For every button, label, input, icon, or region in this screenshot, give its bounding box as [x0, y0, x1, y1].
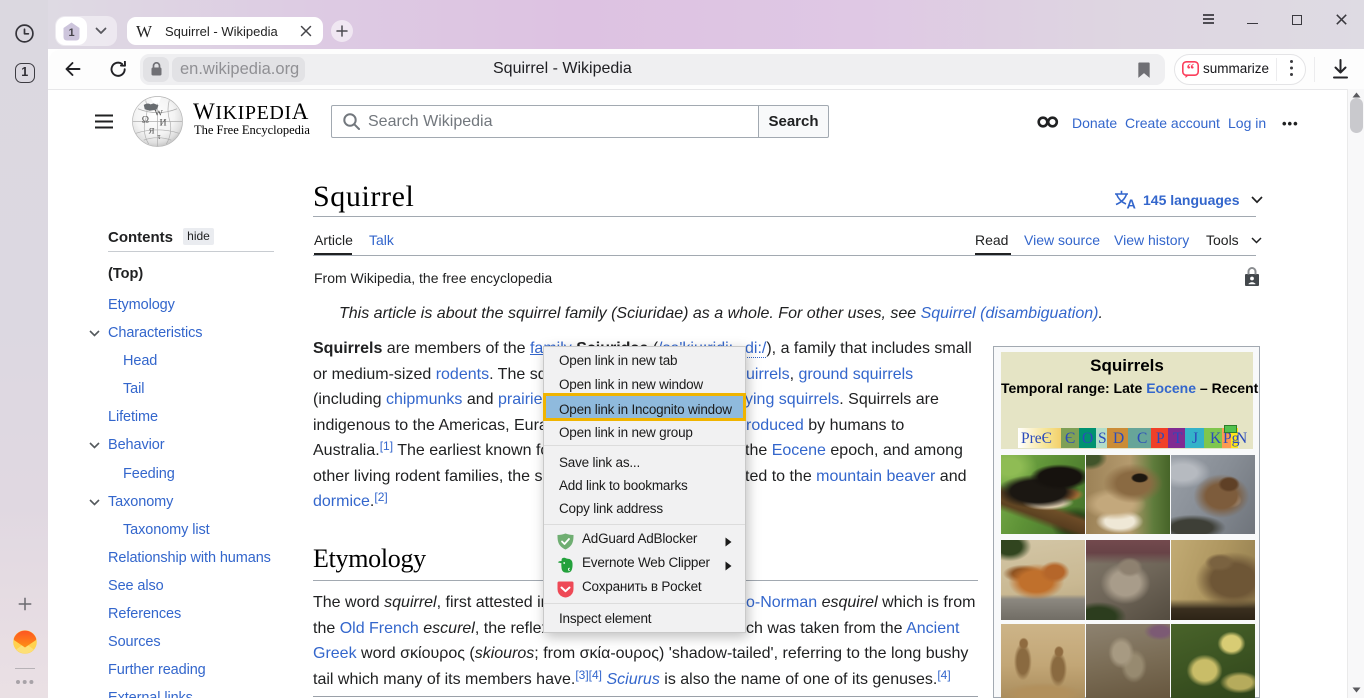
svg-text:A: A — [1127, 197, 1137, 210]
svg-text:“: “ — [1187, 62, 1195, 79]
svg-text:τ: τ — [158, 132, 161, 141]
svg-text:1: 1 — [68, 27, 74, 39]
svg-text:И: И — [159, 117, 166, 128]
svg-text:Ω: Ω — [142, 114, 149, 125]
svg-text:Я: Я — [149, 125, 155, 135]
svg-text:W: W — [155, 108, 164, 118]
